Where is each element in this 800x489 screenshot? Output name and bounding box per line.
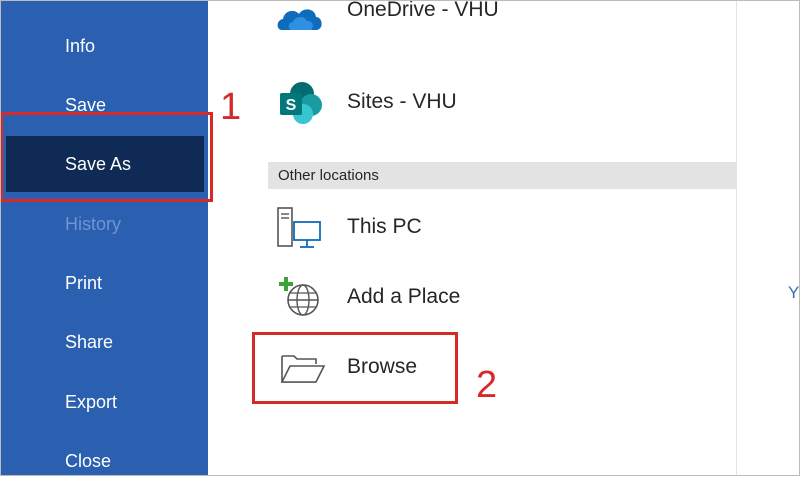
location-label: This PC: [347, 215, 422, 238]
cloud-icon: [277, 9, 322, 30]
location-this-pc[interactable]: This PC: [270, 204, 730, 254]
globe-add-icon: [279, 277, 319, 316]
section-header-other-locations: Other locations: [268, 162, 736, 189]
location-label: Add a Place: [347, 285, 461, 308]
sharepoint-icon: S: [280, 82, 322, 124]
location-label: OneDrive - VHU: [347, 0, 499, 21]
annotation-number-2: 2: [476, 364, 498, 406]
annotation-number-1: 1: [220, 86, 242, 128]
computer-icon: [277, 207, 321, 248]
sidebar-item-info[interactable]: Info: [0, 18, 208, 74]
svg-text:S: S: [286, 97, 297, 114]
location-onedrive[interactable]: OneDrive - VHU: [270, 0, 730, 46]
right-pane-text: Y: [788, 283, 800, 302]
sidebar-divider: [30, 0, 180, 1]
sidebar-item-history: History: [65, 214, 122, 234]
annotation-box-browse: [252, 332, 458, 404]
sidebar-item-export[interactable]: Export: [0, 374, 208, 430]
location-sites[interactable]: S Sites - VHU: [270, 80, 730, 130]
sidebar-item-print[interactable]: Print: [0, 255, 208, 311]
location-add-place[interactable]: Add a Place: [270, 274, 730, 324]
sidebar-item-close[interactable]: Close: [0, 433, 208, 489]
pane-divider: [736, 0, 737, 476]
backstage-sidebar: Info Save Save As History Print Share Ex…: [0, 0, 208, 476]
sidebar-item-share[interactable]: Share: [0, 314, 208, 370]
location-label: Sites - VHU: [347, 90, 457, 113]
annotation-box-save-as: [0, 112, 213, 202]
